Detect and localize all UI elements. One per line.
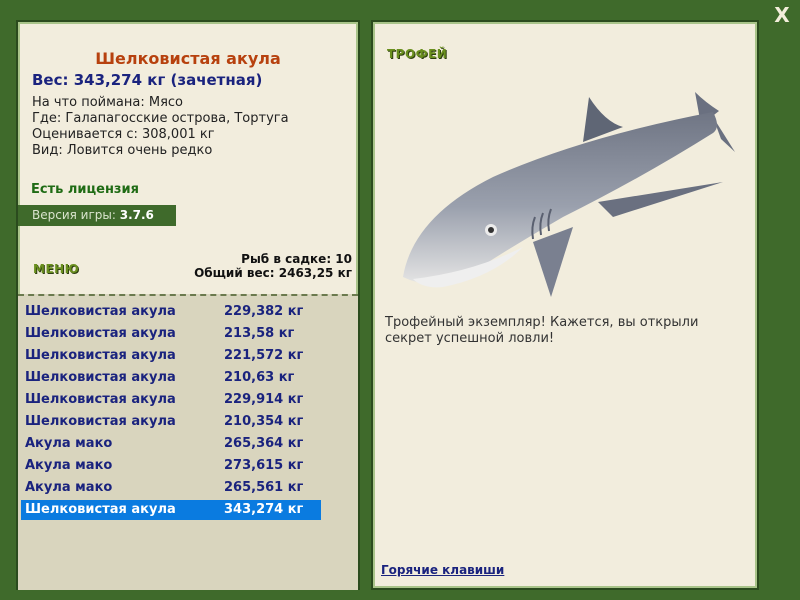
catch-row[interactable]: Акула мако 265,561 кг (21, 478, 321, 498)
trophy-description: Трофейный экземпляр! Кажется, вы открыли… (385, 315, 699, 346)
catch-row[interactable]: Акула мако 273,615 кг (21, 456, 321, 476)
catch-fish-weight: 210,63 кг (224, 370, 295, 385)
catch-fish-weight: 210,354 кг (224, 414, 304, 429)
version-value: 3.7.6 (119, 208, 154, 222)
version-label: Версия игры: (32, 208, 116, 222)
game-version: Версия игры: 3.7.6 (18, 205, 176, 226)
catch-fish-weight: 343,274 кг (224, 502, 304, 517)
rarity-line: Вид: Ловится очень редко (32, 143, 213, 158)
catch-fish-weight: 213,58 кг (224, 326, 295, 341)
fish-count: Рыб в садке: 10 (241, 252, 352, 266)
close-button[interactable]: X (770, 3, 794, 27)
fish-info-panel: Шелковистая акула Вес: 343,274 кг (зачет… (18, 22, 358, 590)
bait-line: На что поймана: Мясо (32, 95, 184, 110)
total-weight: Общий вес: 2463,25 кг (194, 266, 352, 280)
shark-image (403, 92, 735, 297)
catch-row[interactable]: Шелковистая акула 221,572 кг (21, 346, 321, 366)
catch-fish-weight: 265,561 кг (224, 480, 304, 495)
catch-row[interactable]: Шелковистая акула 343,274 кг (21, 500, 321, 520)
catch-fish-name: Шелковистая акула (25, 326, 176, 341)
catch-row[interactable]: Шелковистая акула 229,914 кг (21, 390, 321, 410)
catch-fish-name: Шелковистая акула (25, 414, 176, 429)
catch-fish-name: Шелковистая акула (25, 348, 176, 363)
keepnet-stats: Рыб в садке: 10 Общий вес: 2463,25 кг (194, 252, 352, 280)
catch-fish-name: Акула мако (25, 458, 113, 473)
catch-list: Шелковистая акула 229,382 кг Шелковистая а… (18, 294, 358, 590)
fish-weight: Вес: 343,274 кг (зачетная) (32, 71, 263, 89)
catch-fish-weight: 229,382 кг (224, 304, 304, 319)
hotkeys-link[interactable]: Горячие клавиши (381, 563, 504, 577)
catch-fish-name: Шелковистая акула (25, 392, 176, 407)
catch-fish-name: Шелковистая акула (25, 370, 176, 385)
catch-row[interactable]: Акула мако 265,364 кг (21, 434, 321, 454)
license-status: Есть лицензия (31, 182, 139, 197)
menu-button[interactable]: МЕНЮ (33, 262, 79, 276)
value-line: Оценивается с: 308,001 кг (32, 127, 215, 142)
catch-row[interactable]: Шелковистая акула 210,63 кг (21, 368, 321, 388)
trophy-panel: ТРОФЕЙ Трофейный экземпляр! Кажется, вы … (373, 22, 757, 588)
catch-fish-name: Шелковистая акула (25, 502, 176, 517)
trophy-label: ТРОФЕЙ (387, 47, 448, 61)
catch-fish-name: Акула мако (25, 480, 113, 495)
catch-fish-weight: 273,615 кг (224, 458, 304, 473)
catch-row[interactable]: Шелковистая акула 213,58 кг (21, 324, 321, 344)
location-line: Где: Галапагосские острова, Тортуга (32, 111, 289, 126)
catch-row[interactable]: Шелковистая акула 210,354 кг (21, 412, 321, 432)
catch-row[interactable]: Шелковистая акула 229,382 кг (21, 302, 321, 322)
catch-fish-name: Акула мако (25, 436, 113, 451)
fish-title: Шелковистая акула (95, 49, 281, 68)
catch-fish-weight: 229,914 кг (224, 392, 304, 407)
catch-fish-name: Шелковистая акула (25, 304, 176, 319)
fish-details: На что поймана: Мясо Где: Галапагосские … (32, 95, 289, 159)
catch-fish-weight: 265,364 кг (224, 436, 304, 451)
catch-fish-weight: 221,572 кг (224, 348, 304, 363)
